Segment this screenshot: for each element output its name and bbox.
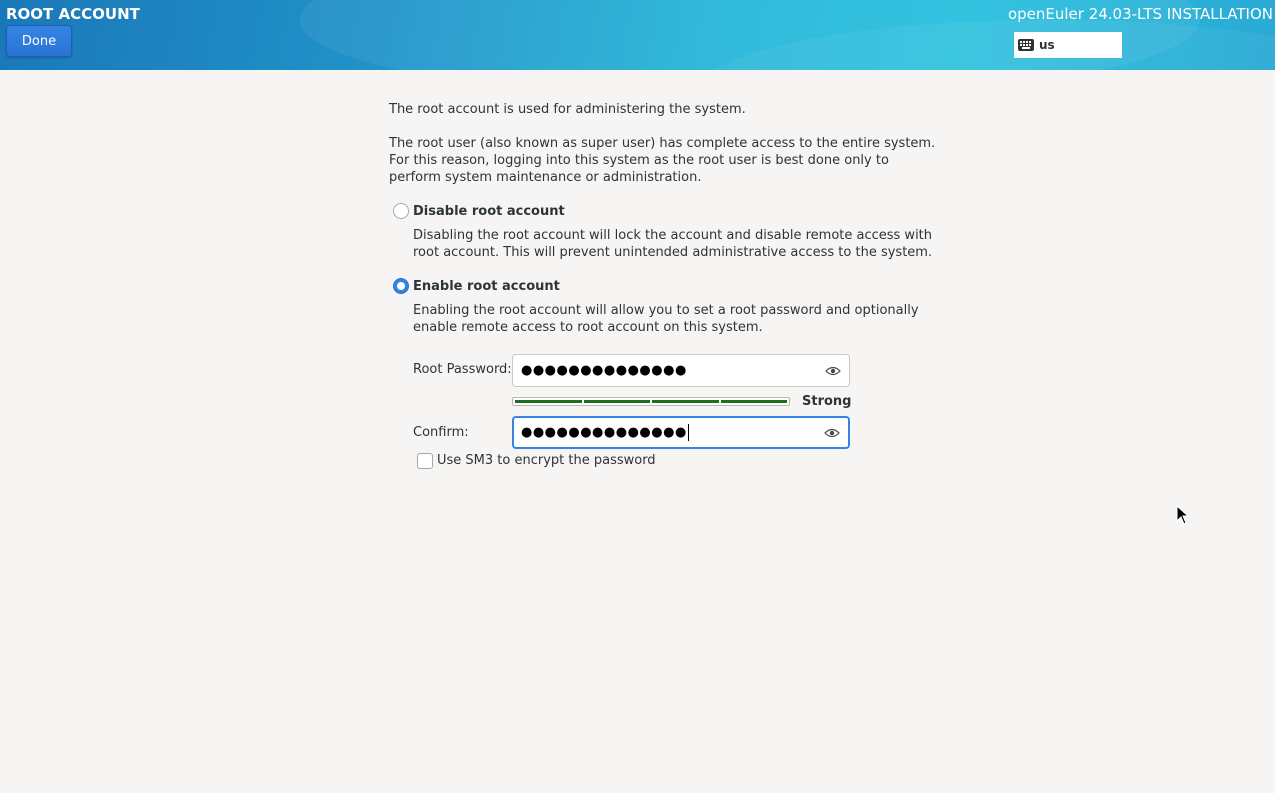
done-button[interactable]: Done <box>6 25 72 57</box>
text-caret <box>687 424 689 441</box>
product-title: openEuler 24.03-LTS INSTALLATION <box>1007 5 1273 23</box>
sm3-encrypt-checkbox[interactable] <box>417 453 433 469</box>
eye-icon[interactable] <box>825 366 841 376</box>
mouse-pointer-icon <box>1176 505 1188 525</box>
password-strength-bar <box>512 397 790 406</box>
enable-root-radio[interactable] <box>393 278 409 294</box>
intro-text: The root account is used for administeri… <box>389 102 746 117</box>
strength-segment <box>720 400 787 403</box>
disable-root-description: Disabling the root account will lock the… <box>413 228 933 260</box>
confirm-password-input[interactable]: ●●●●●●●●●●●●●● <box>512 416 850 449</box>
confirm-password-label: Confirm: <box>413 425 469 440</box>
enable-root-label[interactable]: Enable root account <box>413 279 560 294</box>
strength-segment <box>515 400 582 403</box>
enable-root-description: Enabling the root account will allow you… <box>413 303 919 335</box>
eye-icon[interactable] <box>824 428 840 438</box>
disable-root-radio[interactable] <box>393 203 409 219</box>
keyboard-icon <box>1018 39 1034 51</box>
sm3-encrypt-label[interactable]: Use SM3 to encrypt the password <box>437 453 656 468</box>
keyboard-layout-label: us <box>1039 38 1055 52</box>
strength-segment <box>652 400 719 403</box>
keyboard-layout-indicator[interactable]: us <box>1014 32 1122 58</box>
header-bar: ROOT ACCOUNT Done openEuler 24.03-LTS IN… <box>0 0 1275 70</box>
root-password-input[interactable]: ●●●●●●●●●●●●●● <box>512 354 850 387</box>
password-strength-label: Strong <box>802 394 852 409</box>
intro-description: The root user (also known as super user)… <box>389 136 936 185</box>
root-password-label: Root Password: <box>413 362 512 377</box>
strength-segment <box>583 400 650 403</box>
spoke-title: ROOT ACCOUNT <box>6 5 140 23</box>
confirm-password-value: ●●●●●●●●●●●●●● <box>521 425 687 440</box>
disable-root-label[interactable]: Disable root account <box>413 204 565 219</box>
root-password-value: ●●●●●●●●●●●●●● <box>521 363 687 378</box>
